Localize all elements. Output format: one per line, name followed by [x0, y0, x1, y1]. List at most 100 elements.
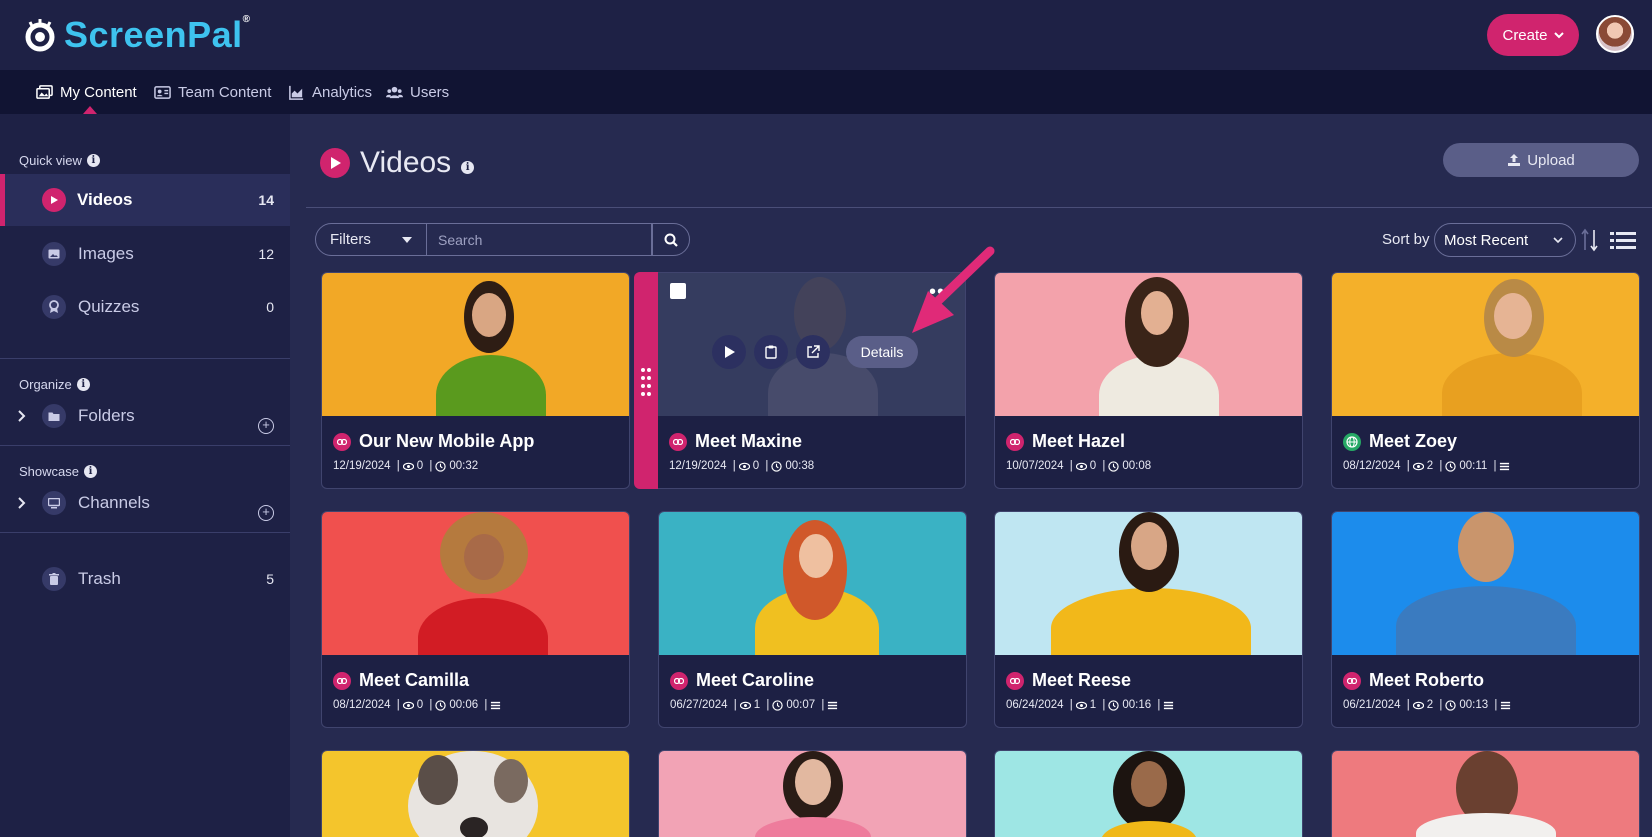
list-view-icon[interactable] [1610, 231, 1636, 251]
search-icon [664, 233, 678, 247]
main-nav: My Content Team Content Analytics Users [0, 70, 1652, 114]
video-thumbnail[interactable] [322, 512, 629, 655]
video-title[interactable]: Meet Caroline [670, 670, 814, 691]
sidebar-item-label: Trash [78, 569, 121, 588]
video-thumbnail[interactable] [995, 751, 1302, 837]
video-card[interactable] [994, 750, 1303, 837]
search-button[interactable] [652, 223, 690, 256]
eye-icon [1412, 462, 1424, 470]
info-icon[interactable]: i [461, 160, 475, 174]
quick-view-heading: Quick view i [19, 153, 100, 168]
copy-button[interactable] [754, 335, 788, 369]
clock-icon [435, 460, 447, 472]
video-thumbnail[interactable] [995, 512, 1302, 655]
select-checkbox[interactable] [670, 283, 686, 299]
video-card[interactable]: Meet Reese 06/24/2024 | 1 | 00:16 | [994, 511, 1303, 728]
video-title[interactable]: Meet Maxine [669, 431, 802, 452]
upload-icon [1508, 154, 1521, 166]
nav-analytics[interactable]: Analytics [288, 70, 372, 114]
link-icon [1343, 671, 1361, 690]
info-icon[interactable]: i [86, 154, 100, 167]
logo-text: ScreenPal® [64, 14, 251, 55]
video-title[interactable]: Meet Roberto [1343, 670, 1484, 691]
video-meta: 06/21/2024 | 2 | 00:13 | [1343, 699, 1511, 711]
drag-handle[interactable] [634, 272, 658, 489]
play-button[interactable] [712, 335, 746, 369]
sidebar-item-quizzes[interactable]: Quizzes 0 [0, 281, 290, 333]
sort-direction-icon[interactable] [1580, 228, 1600, 252]
video-title[interactable]: Meet Reese [1006, 670, 1131, 691]
video-thumbnail[interactable]: ••• Details [658, 273, 965, 416]
monitor-icon [42, 491, 66, 515]
video-card-hovered[interactable]: ••• Details Meet Maxine 12/19/2024 | 0 |… [658, 272, 966, 489]
id-card-icon [154, 85, 171, 99]
play-icon [725, 346, 735, 358]
video-card[interactable] [1331, 750, 1640, 837]
video-card[interactable] [321, 750, 630, 837]
video-card[interactable] [658, 750, 967, 837]
video-card[interactable]: Meet Roberto 06/21/2024 | 2 | 00:13 | [1331, 511, 1640, 728]
sidebar-item-videos[interactable]: Videos 14 [0, 174, 290, 226]
video-title[interactable]: Meet Zoey [1343, 431, 1457, 452]
more-options-icon[interactable]: ••• [929, 281, 953, 304]
drag-dots-icon [641, 368, 651, 396]
video-card[interactable]: Meet Caroline 06/27/2024 | 1 | 00:07 | [658, 511, 967, 728]
clock-icon [772, 699, 784, 711]
screenpal-logo[interactable]: ScreenPal® [22, 14, 251, 56]
folder-icon [42, 404, 66, 428]
sidebar: Quick view i Videos 14 Images 12 Quizzes … [0, 114, 290, 837]
video-title[interactable]: Our New Mobile App [333, 431, 534, 452]
sidebar-item-count: 12 [258, 246, 274, 262]
video-thumbnail[interactable] [659, 512, 966, 655]
video-card[interactable]: Meet Zoey 08/12/2024 | 2 | 00:11 | [1331, 272, 1640, 489]
list-icon [1501, 701, 1511, 709]
video-thumbnail[interactable] [1332, 512, 1639, 655]
caret-down-icon [402, 237, 412, 243]
videos-play-icon [320, 148, 350, 178]
eye-icon [402, 462, 414, 470]
video-card[interactable]: Meet Hazel 10/07/2024 | 0 | 00:08 [994, 272, 1303, 489]
add-channel-button[interactable]: + [258, 505, 274, 521]
video-thumbnail[interactable] [322, 273, 629, 416]
create-button[interactable]: Create [1487, 14, 1579, 56]
globe-icon [1343, 432, 1361, 451]
nav-users[interactable]: Users [386, 70, 449, 114]
sidebar-item-label: Channels [78, 493, 150, 512]
user-avatar[interactable] [1596, 15, 1634, 53]
chevron-right-icon[interactable] [17, 497, 27, 509]
sort-select[interactable]: Most Recent [1434, 223, 1576, 257]
video-title[interactable]: Meet Hazel [1006, 431, 1125, 452]
filters-dropdown[interactable]: Filters [315, 223, 427, 256]
sort-by-label: Sort by [1382, 231, 1430, 248]
video-title[interactable]: Meet Camilla [333, 670, 469, 691]
sidebar-item-folders[interactable]: Folders + [0, 390, 290, 442]
sidebar-divider [0, 532, 290, 533]
sidebar-item-trash[interactable]: Trash 5 [0, 553, 290, 605]
video-thumbnail[interactable] [1332, 751, 1639, 837]
sidebar-item-label: Folders [78, 406, 135, 425]
sidebar-item-label: Quizzes [78, 297, 140, 316]
list-icon [1500, 462, 1510, 470]
nav-team-content[interactable]: Team Content [154, 70, 271, 114]
nav-label: Team Content [178, 83, 272, 101]
upload-button[interactable]: Upload [1443, 143, 1639, 177]
video-thumbnail[interactable] [659, 751, 966, 837]
images-icon [36, 84, 53, 99]
link-icon [670, 671, 688, 690]
video-thumbnail[interactable] [322, 751, 629, 837]
chevron-right-icon[interactable] [17, 410, 27, 422]
clock-icon [435, 699, 447, 711]
sidebar-divider [0, 358, 290, 359]
video-thumbnail[interactable] [995, 273, 1302, 416]
video-card[interactable]: Meet Camilla 08/12/2024 | 0 | 00:06 | [321, 511, 630, 728]
video-thumbnail[interactable] [1332, 273, 1639, 416]
video-card[interactable]: Our New Mobile App 12/19/2024 | 0 | 00:3… [321, 272, 630, 489]
add-folder-button[interactable]: + [258, 418, 274, 434]
details-button[interactable]: Details [846, 336, 918, 368]
search-input[interactable] [427, 223, 652, 256]
sidebar-item-channels[interactable]: Channels + [0, 477, 290, 529]
sidebar-item-images[interactable]: Images 12 [0, 228, 290, 280]
share-button[interactable] [796, 335, 830, 369]
sidebar-item-count: 14 [258, 192, 274, 208]
video-meta: 12/19/2024 | 0 | 00:38 [669, 460, 815, 472]
